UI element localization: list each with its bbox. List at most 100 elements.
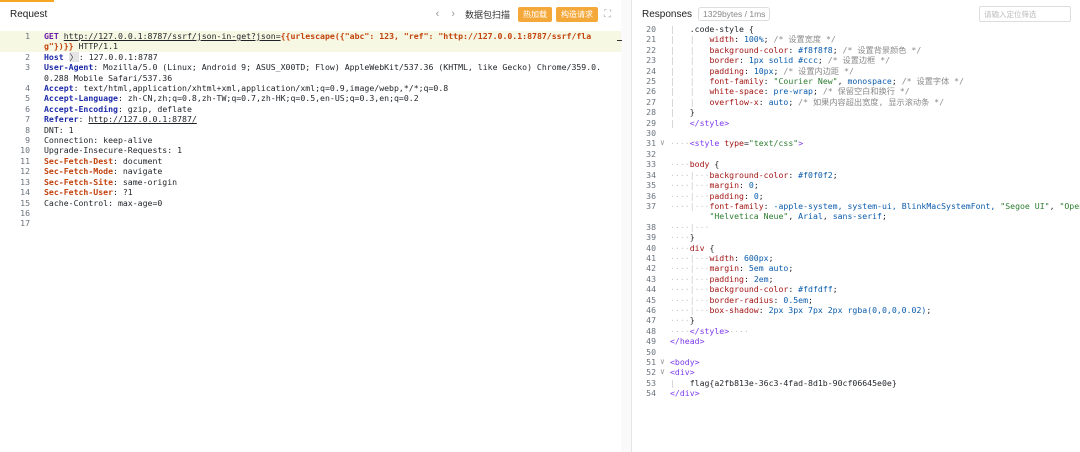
- response-size-badge: 1329bytes / 1ms: [698, 7, 771, 21]
- code-token: font-family: [709, 76, 764, 87]
- code-token: {: [704, 242, 715, 253]
- code-token: ····: [670, 159, 690, 170]
- code-token: Cache-Control: max-age=0: [44, 197, 163, 208]
- code-token: border: [709, 55, 740, 66]
- code-token: ····: [670, 315, 690, 326]
- request-editor[interactable]: 1 GET http://127.0.0.1:8787/ssrf/json-in-…: [0, 28, 621, 229]
- chevron-right-icon[interactable]: ›: [451, 8, 455, 20]
- code-token: ····: [729, 325, 749, 336]
- code-text: ····|···font-family: -apple-system, syst…: [670, 201, 1080, 211]
- line-number: 49: [646, 336, 656, 347]
- code-token: ····: [670, 242, 690, 253]
- code-token: ····|···: [670, 263, 710, 274]
- code-token: /* 设置宽度 */: [773, 34, 836, 45]
- expand-icon[interactable]: ⛶: [604, 9, 611, 20]
- code-token: background-color: [709, 169, 789, 180]
- code-token: :: [788, 169, 799, 180]
- code-token: /* 设置边框 */: [827, 55, 891, 66]
- code-text: ····<style type="text/css">: [670, 138, 803, 148]
- fold-chevron-icon[interactable]: ∨: [660, 138, 670, 148]
- code-token: ····|···: [670, 273, 710, 284]
- code-token: /* 设置字体 */: [901, 76, 965, 87]
- code-token: ;: [788, 96, 799, 107]
- code-text: | .code-style {: [670, 24, 754, 34]
- line-number: 32: [646, 148, 656, 159]
- line-number: 43: [646, 273, 656, 284]
- line-number: 1: [25, 31, 30, 41]
- code-token: : text/html,application/xhtml+xml,applic…: [73, 83, 449, 94]
- code-text: ····|···: [670, 222, 709, 232]
- pane-splitter[interactable]: [621, 0, 631, 452]
- code-token: | |: [670, 44, 710, 55]
- code-token: ;: [768, 252, 774, 263]
- code-token: Sec-Fetch-User: [44, 187, 114, 198]
- fold-chevron-icon[interactable]: ∨: [660, 367, 670, 377]
- code-token: Upgrade-Insecure-Requests: 1: [44, 145, 183, 156]
- code-token: : gzip, deflate: [117, 103, 192, 114]
- code-token: ····|···: [670, 304, 710, 315]
- line-number: 46: [646, 304, 656, 315]
- line-number: 12: [20, 166, 30, 177]
- code-text: | | width: 100%; /* 设置宽度 */: [670, 34, 836, 44]
- code-text: Sec-Fetch-User: ?1: [44, 187, 604, 197]
- code-token: {: [709, 159, 720, 170]
- code-token: }: [689, 232, 695, 243]
- code-line: 8 DNT: 1: [0, 125, 621, 135]
- code-text: ····}: [670, 232, 695, 242]
- code-token: :: [739, 180, 749, 191]
- code-line: 24 | | padding: 10px; /* 设置内边距 */: [632, 66, 1080, 76]
- code-line: 11 Sec-Fetch-Dest: document: [0, 156, 621, 166]
- response-title: Responses: [642, 8, 693, 20]
- code-line: 37 ····|···font-family: -apple-system, sy…: [632, 201, 1080, 211]
- code-line: 15 Cache-Control: max-age=0: [0, 198, 621, 208]
- code-token: }: [689, 107, 695, 118]
- code-token: margin: [709, 263, 740, 274]
- code-line: 31 ∨ ····<style type="text/css">: [632, 138, 1080, 148]
- code-token: ;: [832, 44, 843, 55]
- line-number: 53: [646, 377, 656, 388]
- line-number: 52: [646, 367, 656, 378]
- code-token: 〉: [68, 51, 79, 62]
- request-header: Request ‹ › 数据包扫描 热加载 构造请求 ⛶: [0, 0, 621, 28]
- code-token: body: [689, 159, 710, 170]
- code-token: :: [788, 284, 799, 295]
- code-token: ;: [753, 180, 759, 191]
- code-token: : zh-CN,zh;q=0.8,zh-TW;q=0.7,zh-HK;q=0.5…: [117, 93, 419, 104]
- code-line: 25 | | font-family: "Courier New", monosp…: [632, 76, 1080, 86]
- code-token: Accept: [44, 83, 74, 94]
- line-number: 44: [646, 284, 656, 295]
- code-token: 600px: [743, 252, 769, 263]
- response-search-input[interactable]: [979, 6, 1071, 22]
- code-token: auto: [768, 96, 789, 107]
- line-number: 54: [646, 388, 656, 399]
- code-line: 4 Accept: text/html,application/xhtml+xml…: [0, 83, 621, 93]
- chevron-left-icon[interactable]: ‹: [436, 8, 440, 20]
- fold-chevron-icon[interactable]: ∨: [660, 357, 670, 367]
- code-line: 20 | .code-style {: [632, 24, 1080, 34]
- line-number: 34: [646, 169, 656, 180]
- code-token: /* 设置内边距 */: [783, 65, 854, 76]
- code-text: ····|···border-radius: 0.5em;: [670, 295, 813, 305]
- packet-scan-button[interactable]: 数据包扫描: [465, 8, 510, 21]
- code-text: ····|···background-color: #fdfdff;: [670, 284, 838, 294]
- code-token: :: [788, 44, 799, 55]
- code-token: ;: [773, 65, 784, 76]
- code-token: ;: [812, 86, 823, 97]
- code-line: 46 ····|···box-shadow: 2px 3px 7px 2px rg…: [632, 305, 1080, 315]
- code-token: border-radius: [709, 294, 774, 305]
- code-text: ····|···padding: 0;: [670, 191, 764, 201]
- line-number: 39: [646, 232, 656, 243]
- code-text: ····div {: [670, 243, 714, 253]
- code-token: </head>: [670, 336, 705, 347]
- line-number: 17: [20, 218, 30, 229]
- code-token: | |: [670, 34, 710, 45]
- response-editor[interactable]: 20 | .code-style {21 | | width: 100%; /* 设…: [632, 24, 1080, 399]
- code-token: <div>: [670, 367, 695, 378]
- code-token: >: [798, 138, 804, 149]
- hot-reload-button[interactable]: 热加载: [518, 6, 552, 22]
- code-token: flag{a2fb813e-36c3-4fad-8d1b-90cf06645e0…: [689, 377, 897, 388]
- build-request-button[interactable]: 构造请求: [556, 6, 598, 22]
- code-token: ····|···: [670, 190, 710, 201]
- code-token: ;: [891, 76, 902, 87]
